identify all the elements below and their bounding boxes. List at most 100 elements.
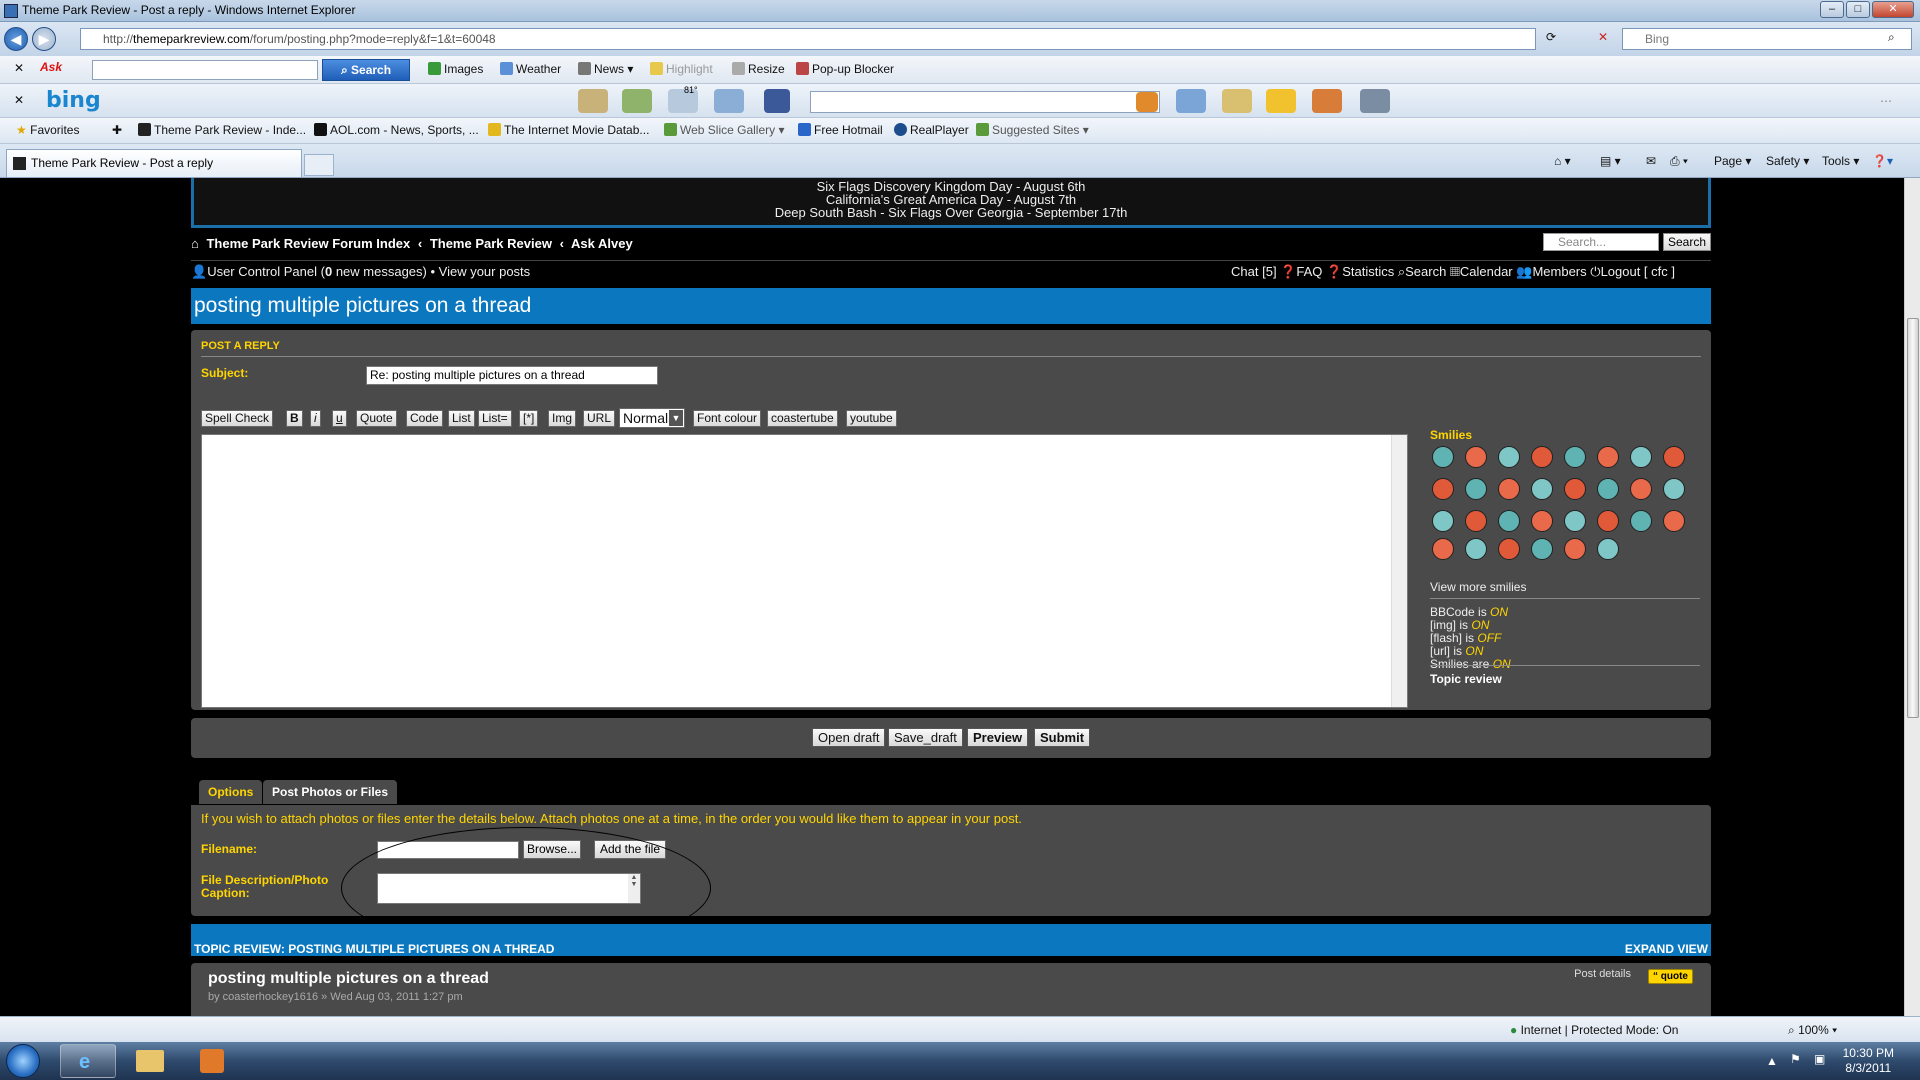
- fav-item-aol[interactable]: AOL.com - News, Sports, ...: [314, 123, 479, 137]
- message-textarea[interactable]: [201, 434, 1408, 708]
- code-button[interactable]: Code: [406, 410, 443, 427]
- facebook-icon[interactable]: [764, 89, 790, 113]
- search-go-icon[interactable]: ⌕: [1888, 30, 1895, 45]
- smilie-icon[interactable]: [1597, 538, 1619, 560]
- smilie-icon[interactable]: [1564, 510, 1586, 532]
- messenger-icon[interactable]: [714, 89, 744, 113]
- smilie-icon[interactable]: [1465, 446, 1487, 468]
- ie-search-input[interactable]: Bing: [1622, 28, 1912, 50]
- sun-icon[interactable]: [1266, 89, 1296, 113]
- calendar-toolbar-icon[interactable]: [622, 89, 652, 113]
- search-link[interactable]: Search: [1405, 264, 1446, 279]
- feeds-icon[interactable]: ▤ ▾: [1600, 154, 1621, 168]
- italic-button[interactable]: i: [310, 410, 321, 427]
- page-scrollbar[interactable]: [1904, 178, 1920, 1016]
- taskbar-media-button[interactable]: [184, 1044, 240, 1078]
- internet-zone-status[interactable]: ● Internet | Protected Mode: On: [1510, 1023, 1678, 1037]
- smilies-label[interactable]: Smilies: [1430, 657, 1469, 671]
- smilie-icon[interactable]: [1630, 510, 1652, 532]
- fav-item-tpr[interactable]: Theme Park Review - Inde...: [138, 123, 306, 137]
- post-details-link[interactable]: Post details: [1574, 968, 1631, 980]
- help-icon[interactable]: ❓▾: [1872, 154, 1893, 168]
- bold-button[interactable]: B: [286, 410, 303, 427]
- bing-toolbar-close-icon[interactable]: ✕: [14, 93, 24, 107]
- smilie-icon[interactable]: [1663, 510, 1685, 532]
- tray-show-hidden-icon[interactable]: ▲: [1766, 1054, 1778, 1068]
- list-button[interactable]: List: [448, 410, 475, 427]
- toolbar-close-icon[interactable]: ✕: [14, 61, 24, 75]
- fav-item-hotmail[interactable]: Free Hotmail: [798, 123, 883, 137]
- save-draft-button[interactable]: Save_draft: [888, 728, 963, 747]
- breadcrumb-theme-park-review[interactable]: Theme Park Review: [430, 236, 552, 251]
- chat-link[interactable]: Chat [5]: [1231, 264, 1277, 279]
- smilie-icon[interactable]: [1432, 446, 1454, 468]
- home-icon[interactable]: ⌂ ▾: [1554, 154, 1571, 168]
- list-item-button[interactable]: [*]: [519, 410, 539, 427]
- minimize-button[interactable]: –: [1820, 1, 1844, 18]
- smilie-icon[interactable]: [1531, 510, 1553, 532]
- favorites-button[interactable]: ★ Favorites: [16, 123, 79, 137]
- smilie-icon[interactable]: [1465, 478, 1487, 500]
- smilie-icon[interactable]: [1663, 478, 1685, 500]
- fav-item-suggested[interactable]: Suggested Sites ▾: [976, 123, 1089, 137]
- smilie-icon[interactable]: [1531, 446, 1553, 468]
- font-colour-button[interactable]: Font colour: [693, 410, 762, 427]
- view-posts-link[interactable]: View your posts: [439, 264, 531, 279]
- logout-link[interactable]: Logout [ cfc ]: [1601, 264, 1675, 279]
- scrollbar-thumb[interactable]: [1907, 318, 1919, 718]
- fav-item-realplayer[interactable]: RealPlayer: [894, 123, 969, 137]
- fav-item-web-slice[interactable]: Web Slice Gallery ▾: [664, 123, 785, 137]
- smilie-icon[interactable]: [1432, 478, 1454, 500]
- expand-view-link[interactable]: EXPAND VIEW: [1625, 942, 1708, 956]
- ask-images-button[interactable]: Images: [428, 62, 483, 76]
- network-icon[interactable]: ▣: [1814, 1052, 1825, 1066]
- font-size-select[interactable]: Normal ▼: [619, 408, 685, 428]
- view-more-smilies-link[interactable]: View more smilies: [1430, 580, 1526, 594]
- mail-icon[interactable]: [578, 89, 608, 113]
- quote-button[interactable]: “ quote: [1648, 969, 1693, 984]
- site-search-input[interactable]: Search...: [1543, 233, 1659, 251]
- textarea-scrollbar[interactable]: [1391, 435, 1407, 707]
- breadcrumb-forum-index[interactable]: Theme Park Review Forum Index: [206, 236, 410, 251]
- taskbar-explorer-button[interactable]: [122, 1044, 178, 1078]
- img-button[interactable]: Img: [548, 410, 577, 427]
- page-title[interactable]: posting multiple pictures on a thread: [191, 288, 1711, 324]
- ask-news-button[interactable]: News ▾: [578, 62, 633, 76]
- video-icon[interactable]: [1360, 89, 1390, 113]
- smilie-icon[interactable]: [1531, 478, 1553, 500]
- url-input[interactable]: http://themeparkreview.com/forum/posting…: [80, 28, 1536, 50]
- calendar-link[interactable]: Calendar: [1460, 264, 1513, 279]
- ask-resize-button[interactable]: Resize: [732, 62, 785, 76]
- tools-menu[interactable]: Tools ▾: [1822, 154, 1859, 168]
- topic-review-link[interactable]: Topic review: [1430, 672, 1502, 686]
- list-ordered-button[interactable]: List=: [478, 410, 512, 427]
- smilie-icon[interactable]: [1630, 478, 1652, 500]
- url-button[interactable]: URL: [583, 410, 616, 427]
- smilie-icon[interactable]: [1465, 538, 1487, 560]
- smilie-icon[interactable]: [1498, 478, 1520, 500]
- smilie-icon[interactable]: [1597, 510, 1619, 532]
- site-search-button[interactable]: Search: [1663, 233, 1711, 251]
- add-favorite-icon[interactable]: ✚: [112, 123, 122, 137]
- maximize-button[interactable]: □: [1846, 1, 1870, 18]
- breadcrumb-ask-alvey[interactable]: Ask Alvey: [571, 236, 633, 251]
- statistics-link[interactable]: Statistics: [1342, 264, 1394, 279]
- read-mail-icon[interactable]: ✉: [1646, 154, 1656, 168]
- weather-cloud-icon[interactable]: 81°: [668, 85, 698, 113]
- smilie-icon[interactable]: [1498, 538, 1520, 560]
- ask-search-button[interactable]: ⌕ Search: [322, 59, 410, 81]
- page-menu[interactable]: Page ▾: [1714, 154, 1751, 168]
- smilie-icon[interactable]: [1465, 510, 1487, 532]
- ask-weather-button[interactable]: Weather: [500, 62, 561, 76]
- taskbar-ie-button[interactable]: e: [60, 1044, 116, 1078]
- start-button[interactable]: [6, 1044, 40, 1078]
- quote-button[interactable]: Quote: [356, 410, 397, 427]
- smilie-icon[interactable]: [1432, 510, 1454, 532]
- members-link[interactable]: Members: [1532, 264, 1586, 279]
- underline-button[interactable]: u: [332, 410, 347, 427]
- toolbar-options-icon[interactable]: ⋯: [1880, 94, 1892, 108]
- print-icon[interactable]: ⎙ ▾: [1670, 154, 1688, 169]
- review-post-title[interactable]: posting multiple pictures on a thread: [208, 970, 489, 988]
- refresh-icon[interactable]: ⟳: [1546, 30, 1556, 44]
- tab-options[interactable]: Options: [199, 780, 263, 804]
